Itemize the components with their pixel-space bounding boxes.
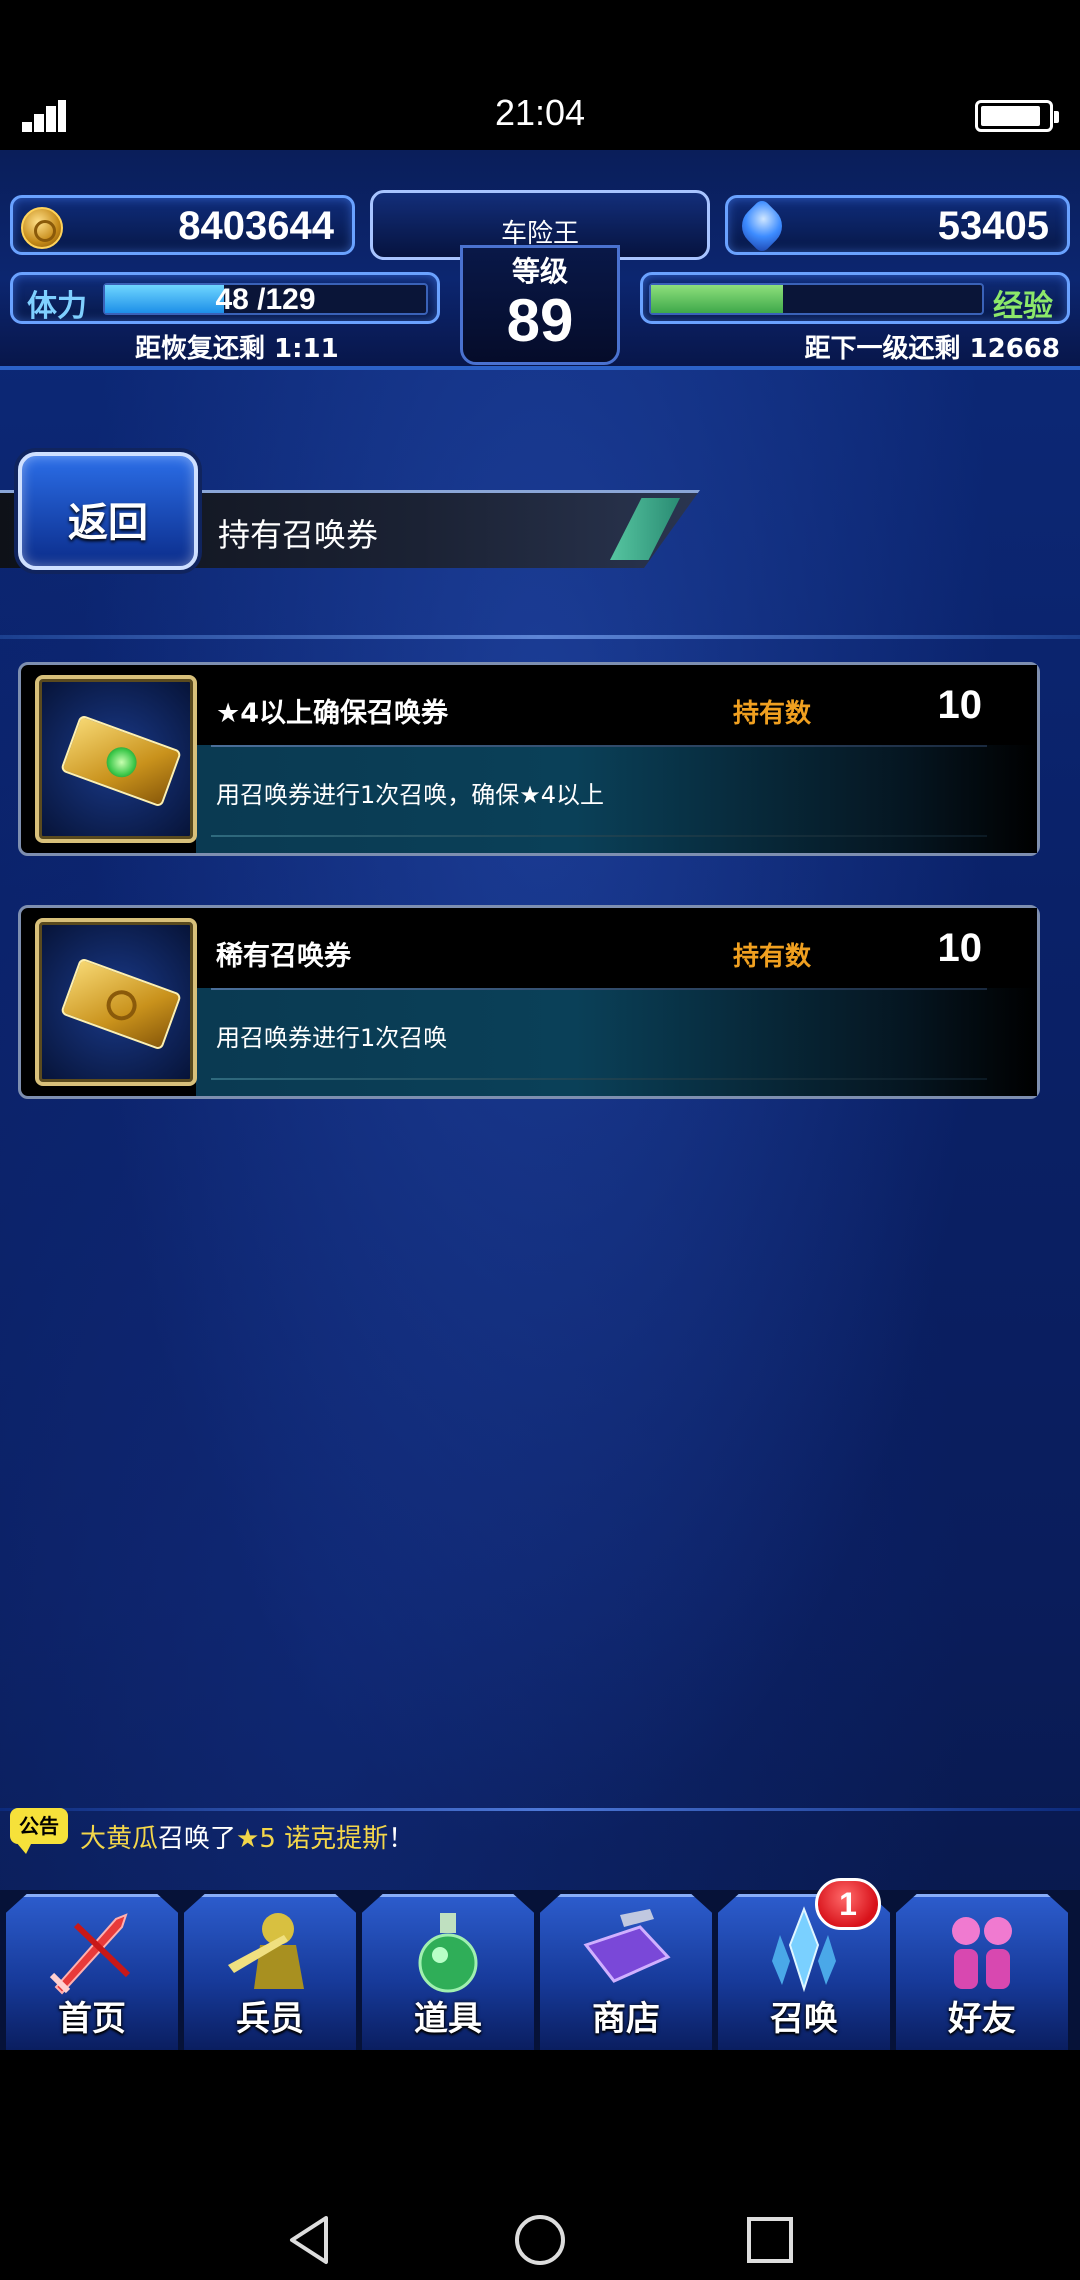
- nav-friends[interactable]: 好友: [896, 1894, 1068, 2050]
- gem-icon: [733, 197, 791, 255]
- summon-ticket-icon: [59, 957, 183, 1051]
- stamina-track: 48 /129: [103, 283, 428, 316]
- ticket-description: 用召唤券进行1次召唤: [216, 1024, 448, 1052]
- ticket-card[interactable]: ★4以上确保召唤券 持有数 10 用召唤券进行1次召唤，确保★4以上: [18, 662, 1040, 856]
- back-triangle-icon[interactable]: [280, 2210, 340, 2270]
- owned-label: 持有数: [733, 942, 812, 972]
- owned-count: 10: [937, 683, 983, 727]
- stamina-bar[interactable]: 体力 48 /129: [10, 272, 440, 324]
- summon-ticket-icon: [59, 714, 183, 808]
- recents-square-icon[interactable]: [740, 2210, 800, 2270]
- owned-label: 持有数: [733, 699, 812, 729]
- ticket-card[interactable]: 稀有召唤券 持有数 10 用召唤券进行1次召唤: [18, 905, 1040, 1099]
- ticket-description: 用召唤券进行1次召唤，确保★4以上: [216, 781, 605, 809]
- exp-fill: [651, 285, 784, 313]
- nav-label: 商店: [592, 1999, 660, 2039]
- status-bar: 21:04: [0, 0, 1080, 150]
- sword-icon: [49, 1913, 131, 1995]
- header-divider: [0, 635, 1080, 639]
- next-level-exp: 距下一级还剩 12668: [804, 334, 1060, 364]
- gold-coin-icon: [21, 207, 63, 249]
- level-box: 等级 89: [460, 245, 620, 365]
- ticket-frame: [35, 675, 197, 843]
- exp-label: 经验: [993, 289, 1053, 324]
- potion-icon: [418, 1913, 478, 1993]
- home-circle-icon[interactable]: [510, 2210, 570, 2270]
- ticket-name: 稀有召唤券: [216, 941, 351, 972]
- nav-items[interactable]: 道具: [362, 1894, 534, 2050]
- nav-label: 好友: [948, 1999, 1016, 2039]
- game-screen: 8403644 车险王 等级 89 53405 体力 48 /129 经验 距恢…: [0, 150, 1080, 2050]
- ticket-name: ★4以上确保召唤券: [216, 698, 448, 729]
- stamina-recover-timer: 距恢复还剩 1:11: [135, 334, 339, 364]
- hero-icon: [228, 1913, 304, 1989]
- bottom-nav: 首页 兵员 道具 商店 召唤 好友: [0, 1890, 1080, 2050]
- gold-counter[interactable]: 8403644: [10, 195, 355, 255]
- shop-icon: [583, 1909, 671, 1983]
- nav-units[interactable]: 兵员: [184, 1894, 356, 2050]
- announcement-divider: [0, 1808, 1080, 1811]
- page-title: 持有召唤券: [218, 516, 379, 554]
- system-nav-bar: [0, 2050, 1080, 2280]
- exp-bar: 经验: [640, 272, 1070, 324]
- level-value: 89: [506, 287, 574, 354]
- back-label: 返回: [68, 500, 148, 546]
- nav-label: 首页: [58, 1999, 126, 2039]
- status-time: 21:04: [494, 92, 586, 133]
- nav-label: 兵员: [236, 1999, 304, 2039]
- announcement-text: 大黄瓜召唤了★5 诺克提斯！: [80, 1824, 415, 1854]
- stamina-label: 体力: [27, 289, 87, 324]
- level-label: 等级: [511, 255, 568, 288]
- nav-label: 召唤: [770, 1999, 838, 2039]
- ticket-frame: [35, 918, 197, 1086]
- announcement-badge: 公告: [10, 1808, 68, 1854]
- gem-amount: 53405: [937, 204, 1049, 248]
- nav-label: 道具: [414, 1999, 482, 2039]
- friends-icon: [952, 1917, 1012, 1989]
- back-button[interactable]: 返回: [18, 452, 198, 570]
- battery-icon: [975, 100, 1059, 132]
- summon-notification-badge: 1: [815, 1878, 881, 1930]
- gold-amount: 8403644: [178, 204, 334, 248]
- owned-count: 10: [937, 926, 983, 970]
- gem-counter[interactable]: 53405: [725, 195, 1070, 255]
- exp-track: [649, 283, 984, 315]
- top-hud: 8403644 车险王 等级 89 53405 体力 48 /129 经验 距恢…: [0, 150, 1080, 370]
- announcement-user: 大黄瓜: [80, 1824, 159, 1854]
- stamina-text: 48 /129: [215, 283, 316, 316]
- nav-home[interactable]: 首页: [6, 1894, 178, 2050]
- nav-shop[interactable]: 商店: [540, 1894, 712, 2050]
